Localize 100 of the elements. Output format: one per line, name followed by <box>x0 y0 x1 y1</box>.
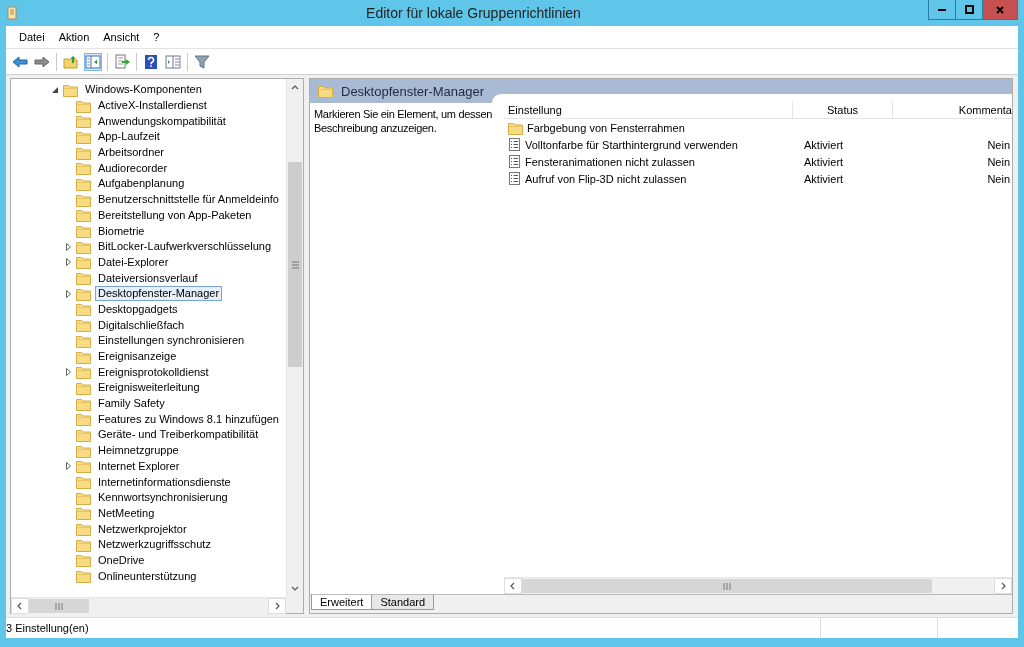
view-tab[interactable]: Erweitert <box>311 595 373 610</box>
back-arrow-icon[interactable] <box>12 53 28 70</box>
scroll-left-icon[interactable] <box>509 582 517 590</box>
scroll-up-icon[interactable] <box>291 83 299 91</box>
tree-item[interactable]: App-Laufzeit <box>95 129 163 145</box>
tree-item[interactable]: Netzwerkzugriffsschutz <box>95 537 214 553</box>
folder-icon <box>76 490 91 505</box>
horizontal-scrollbar[interactable] <box>504 577 1012 594</box>
column-header[interactable]: Einstellung <box>504 101 793 118</box>
close-icon <box>996 5 1004 14</box>
tree-item[interactable]: Benutzerschnittstelle für Anmeldeinfo <box>95 192 282 208</box>
column-header[interactable]: Status <box>793 101 893 118</box>
tree-pane-icon[interactable] <box>85 53 101 70</box>
folder-icon <box>76 506 91 521</box>
scroll-right-icon[interactable] <box>999 582 1007 590</box>
tree-item[interactable]: ActiveX-Installerdienst <box>95 98 210 114</box>
menu-item[interactable]: ? <box>146 31 167 43</box>
tree-item[interactable]: Heimnetzgruppe <box>95 443 182 459</box>
tree-item[interactable]: NetMeeting <box>95 505 158 521</box>
setting-name[interactable]: Volltonfarbe für Starthintergrund verwenden <box>525 138 738 151</box>
scroll-left-icon[interactable] <box>16 602 24 610</box>
setting-icon <box>508 172 521 185</box>
maximize-icon <box>964 5 974 14</box>
folder-icon <box>76 192 91 207</box>
folder-icon <box>76 443 91 458</box>
close-button[interactable] <box>982 0 1018 20</box>
properties-pane-icon[interactable] <box>165 53 181 70</box>
status-text: 3 Einstellung(en) <box>6 622 90 634</box>
column-header[interactable]: Kommenta <box>893 101 1012 118</box>
collapsed-arrow-icon[interactable] <box>65 289 72 298</box>
section-title: Desktopfenster-Manager <box>341 83 485 99</box>
vertical-scrollbar[interactable] <box>286 79 303 597</box>
tree-item[interactable]: Datei-Explorer <box>95 254 172 270</box>
tree-item[interactable]: Digitalschließfach <box>95 317 188 333</box>
collapsed-arrow-icon[interactable] <box>65 258 72 267</box>
folder-icon <box>76 208 91 223</box>
folder-icon <box>76 286 91 301</box>
forward-arrow-icon[interactable] <box>34 53 50 70</box>
tree-item[interactable]: Audiorecorder <box>95 160 171 176</box>
grip-icon <box>290 260 300 269</box>
folder-icon <box>76 161 91 176</box>
status-cell: Aktiviert <box>804 155 844 168</box>
minimize-button[interactable] <box>928 0 956 20</box>
tree-item[interactable]: BitLocker-Laufwerkverschlüsselung <box>95 239 275 255</box>
document-icon <box>6 6 18 20</box>
tree-item[interactable]: Bereitstellung von App-Paketen <box>95 207 255 223</box>
folder-icon <box>76 98 91 113</box>
tree-item[interactable]: Ereignisweiterleitung <box>95 380 203 396</box>
folder-icon <box>76 459 91 474</box>
folder-up-icon[interactable] <box>63 53 79 70</box>
horizontal-scrollbar[interactable] <box>11 597 286 614</box>
grip-icon <box>723 581 732 591</box>
comment-cell: Nein <box>987 155 1010 168</box>
tree-item[interactable]: Arbeitsordner <box>95 145 168 161</box>
setting-name[interactable]: Aufruf von Flip-3D nicht zulassen <box>525 172 687 185</box>
tree-item[interactable]: Anwendungskompatibilität <box>95 113 229 129</box>
folder-icon <box>76 176 91 191</box>
collapsed-arrow-icon[interactable] <box>65 368 72 377</box>
comment-cell: Nein <box>987 138 1010 151</box>
tree-item[interactable]: Kennwortsynchronisierung <box>95 490 231 506</box>
menu-item[interactable]: Datei <box>12 31 52 43</box>
grip-icon <box>54 601 63 611</box>
tree-item[interactable]: Biometrie <box>95 223 148 239</box>
tree-item[interactable]: Geräte- und Treiberkompatibilität <box>95 427 262 443</box>
tree-item[interactable]: Ereignisprotokolldienst <box>95 364 212 380</box>
collapsed-arrow-icon[interactable] <box>65 462 72 471</box>
tree-item[interactable]: Einstellungen synchronisieren <box>95 333 248 349</box>
description-text: Markieren Sie ein Element, um dessen Beschreibung anzuzeigen. <box>313 107 494 136</box>
menu-item[interactable]: Ansicht <box>96 31 147 43</box>
tree-item[interactable]: Windows-Komponenten <box>82 82 205 98</box>
export-list-icon[interactable] <box>114 53 130 70</box>
scroll-down-icon[interactable] <box>291 585 299 593</box>
folder-icon <box>76 553 91 568</box>
scroll-right-icon[interactable] <box>273 602 281 610</box>
tree-item[interactable]: Onlineunterstützung <box>95 568 200 584</box>
folder-icon <box>76 271 91 286</box>
status-cell: Aktiviert <box>804 172 844 185</box>
expanded-arrow-icon[interactable] <box>51 85 59 94</box>
collapsed-arrow-icon[interactable] <box>65 242 72 251</box>
menu-item[interactable]: Aktion <box>51 31 97 43</box>
filter-icon[interactable] <box>194 53 210 70</box>
tree-item[interactable]: OneDrive <box>95 552 148 568</box>
setting-name[interactable]: Fensteranimationen nicht zulassen <box>525 155 695 168</box>
tree-item[interactable]: Desktopgadgets <box>95 301 181 317</box>
help-icon[interactable] <box>143 53 159 70</box>
tree-item[interactable]: Features zu Windows 8.1 hinzufügen <box>95 411 282 427</box>
tree-item[interactable]: Family Safety <box>95 396 168 412</box>
tree-item[interactable]: Desktopfenster-Manager <box>95 286 223 302</box>
folder-icon <box>318 84 333 98</box>
folder-icon <box>76 396 91 411</box>
tree-item[interactable]: Aufgabenplanung <box>95 176 188 192</box>
setting-name[interactable]: Farbgebung von Fensterrahmen <box>527 121 685 134</box>
tree-item[interactable]: Netzwerkprojektor <box>95 521 190 537</box>
setting-icon <box>508 155 521 168</box>
tree-item[interactable]: Internetinformationsdienste <box>95 474 234 490</box>
tree-item[interactable]: Dateiversionsverlauf <box>95 270 201 286</box>
view-tab[interactable]: Standard <box>371 595 435 610</box>
tree-item[interactable]: Internet Explorer <box>95 458 183 474</box>
folder-icon <box>76 475 91 490</box>
tree-item[interactable]: Ereignisanzeige <box>95 349 180 365</box>
